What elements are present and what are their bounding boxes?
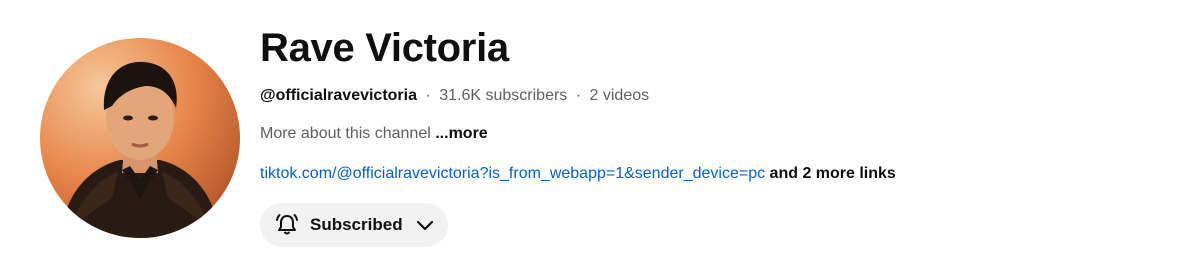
about-label: More about this channel xyxy=(260,125,431,142)
chevron-down-icon xyxy=(415,215,435,235)
channel-info: Rave Victoria @officialravevictoria · 31… xyxy=(260,22,1160,186)
more-link[interactable]: ...more xyxy=(435,125,487,142)
subscribed-button[interactable]: Subscribed xyxy=(260,203,448,247)
channel-name: Rave Victoria xyxy=(260,26,509,70)
channel-handle[interactable]: @officialravevictoria xyxy=(260,87,417,104)
meta-separator: · xyxy=(575,87,582,104)
channel-avatar[interactable] xyxy=(40,38,240,238)
bell-icon xyxy=(274,212,300,238)
avatar-portrait xyxy=(60,61,220,238)
channel-header: Rave Victoria @officialravevictoria · 31… xyxy=(0,0,1200,256)
video-count: 2 videos xyxy=(589,87,650,104)
meta-separator: · xyxy=(425,87,431,104)
more-links-button[interactable]: and 2 more links xyxy=(770,165,896,182)
tiktok-link[interactable]: tiktok.com/@officialravevictoria?is_from… xyxy=(260,165,765,182)
channel-description[interactable]: More about this channel ...more xyxy=(260,122,1160,146)
subscriber-count: 31.6K subscribers xyxy=(439,87,568,104)
channel-links: tiktok.com/@officialravevictoria?is_from… xyxy=(260,162,1160,186)
subscribed-label: Subscribed xyxy=(310,215,403,234)
channel-meta: @officialravevictoria · 31.6K subscriber… xyxy=(260,84,1160,108)
